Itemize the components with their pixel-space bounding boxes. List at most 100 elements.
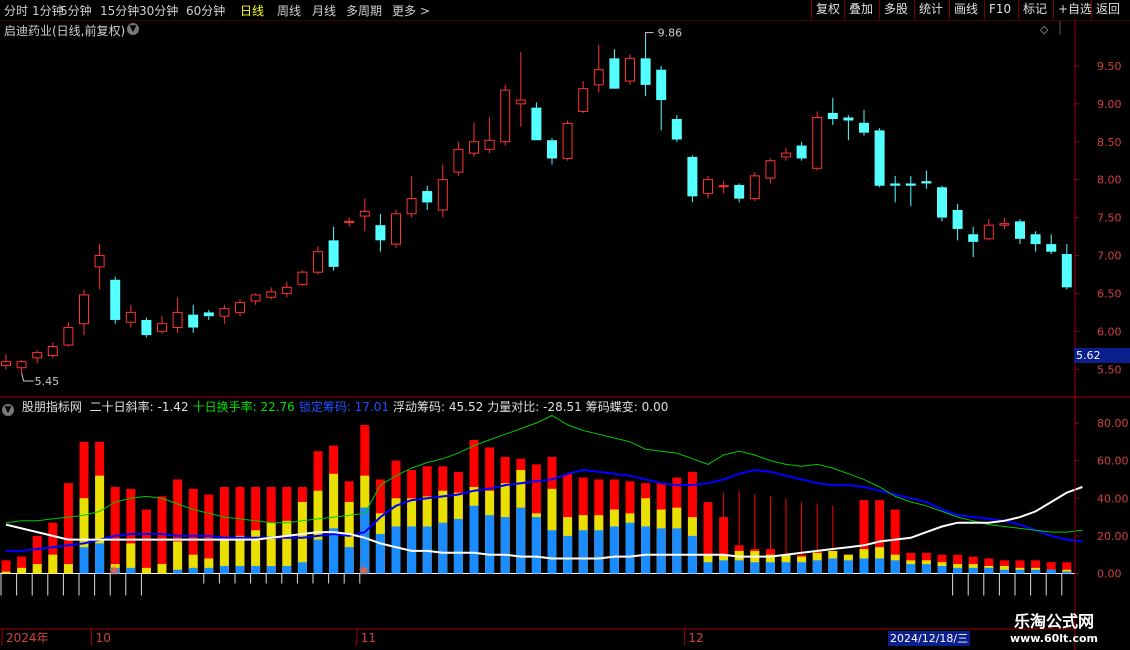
chevron-down-icon[interactable]: ▼ bbox=[127, 23, 139, 35]
candle bbox=[1015, 219, 1025, 245]
candle bbox=[905, 175, 916, 207]
toolbar-button[interactable]: 画线 bbox=[949, 0, 982, 19]
volume-bar bbox=[563, 473, 573, 574]
bar-yellow bbox=[32, 564, 42, 574]
toolbar-button[interactable]: 叠加 bbox=[844, 0, 877, 19]
period-tab[interactable]: 30分钟 bbox=[139, 2, 178, 19]
toolbar-button[interactable]: F10 bbox=[984, 0, 1015, 19]
chevron-down-icon[interactable]: ▼ bbox=[2, 404, 14, 416]
candle bbox=[344, 217, 355, 227]
candle-body bbox=[937, 187, 947, 218]
indicator-value: 力量对比: -28.51 bbox=[487, 400, 582, 414]
candle bbox=[1030, 231, 1041, 252]
bar-blue bbox=[1046, 569, 1056, 574]
bar-yellow bbox=[360, 475, 370, 574]
candle-body bbox=[531, 107, 542, 141]
toolbar-button[interactable]: 多股 bbox=[879, 0, 912, 19]
period-tab[interactable]: 5分钟 bbox=[60, 2, 92, 19]
bar-red bbox=[1015, 560, 1025, 574]
period-tab[interactable]: 更多 > bbox=[392, 2, 430, 19]
toolbar-button[interactable]: 统计 bbox=[914, 0, 947, 19]
toolbar-button[interactable]: 标记 bbox=[1018, 0, 1051, 19]
bar-blue bbox=[547, 530, 557, 574]
bar-red bbox=[297, 486, 307, 574]
candle-body bbox=[843, 117, 854, 121]
candle-body bbox=[32, 352, 43, 359]
bar-blue bbox=[890, 560, 900, 574]
bar-blue bbox=[906, 564, 916, 574]
bar-red bbox=[188, 488, 198, 574]
bar-yellow bbox=[375, 513, 385, 574]
candle bbox=[32, 350, 43, 364]
bar-red bbox=[157, 496, 167, 574]
candle bbox=[515, 52, 526, 127]
bar-red bbox=[968, 556, 978, 574]
candle-body bbox=[500, 89, 511, 143]
toolbar-button[interactable]: +自选 bbox=[1053, 0, 1096, 19]
candle-body bbox=[235, 302, 245, 313]
bar-yellow bbox=[999, 565, 1009, 574]
period-tab[interactable]: 分时 bbox=[4, 2, 28, 19]
bar-red bbox=[438, 466, 448, 574]
bar-red bbox=[453, 471, 463, 574]
candle-body bbox=[110, 279, 121, 320]
price-tick-label: 7.00 bbox=[1097, 250, 1122, 263]
toolbar-button[interactable]: 返回 bbox=[1091, 0, 1124, 19]
candle bbox=[359, 198, 370, 232]
bar-red bbox=[329, 445, 339, 574]
bar-red bbox=[1031, 560, 1041, 574]
indicator-line bbox=[6, 468, 1083, 552]
volume-bar bbox=[765, 549, 775, 574]
bar-blue bbox=[999, 569, 1009, 574]
period-tab[interactable]: 多周期 bbox=[346, 2, 382, 19]
bar-yellow bbox=[906, 560, 916, 574]
candle-body bbox=[219, 308, 230, 317]
candle bbox=[812, 111, 823, 171]
bar-yellow bbox=[890, 554, 900, 574]
volume-bar bbox=[531, 464, 541, 574]
volume-bar bbox=[1, 560, 11, 574]
bar-yellow bbox=[797, 556, 807, 574]
candle-body bbox=[203, 312, 214, 317]
bar-red bbox=[828, 550, 838, 574]
toolbar-button[interactable]: 复权 bbox=[811, 0, 844, 19]
bar-yellow bbox=[1062, 569, 1072, 574]
volume-bar bbox=[329, 445, 339, 574]
candle bbox=[437, 164, 448, 218]
candle-body bbox=[94, 255, 105, 268]
candle bbox=[640, 38, 651, 97]
bar-blue bbox=[1015, 569, 1025, 574]
bar-blue bbox=[563, 535, 573, 574]
bar-red bbox=[594, 479, 604, 574]
candle bbox=[484, 117, 495, 154]
low-marker bbox=[21, 372, 34, 382]
price-tick-label: 9.00 bbox=[1097, 98, 1122, 111]
candle-body bbox=[625, 57, 635, 82]
bar-blue bbox=[344, 547, 354, 574]
bar-yellow bbox=[48, 554, 58, 574]
candle-body bbox=[1046, 244, 1057, 252]
period-tab[interactable]: 周线 bbox=[277, 2, 301, 19]
bar-blue bbox=[235, 565, 245, 574]
bar-blue bbox=[984, 567, 994, 574]
bar-red bbox=[812, 550, 822, 574]
period-tab[interactable]: 月线 bbox=[312, 2, 336, 19]
candle-body bbox=[921, 181, 932, 184]
period-tab[interactable]: 15分钟 bbox=[100, 2, 139, 19]
candle bbox=[79, 289, 89, 336]
candle-body bbox=[515, 99, 526, 105]
candle bbox=[687, 155, 698, 203]
period-tab[interactable]: 1分钟 bbox=[32, 2, 64, 19]
bar-blue bbox=[329, 528, 339, 574]
candle-body bbox=[859, 122, 869, 133]
indicator-tick-label: 40.00 bbox=[1097, 492, 1129, 505]
period-tab[interactable]: 日线 bbox=[240, 2, 264, 19]
volume-bar bbox=[906, 552, 916, 574]
period-tab[interactable]: 60分钟 bbox=[186, 2, 225, 19]
candle bbox=[235, 299, 245, 317]
volume-bar bbox=[282, 486, 292, 574]
volume-bar bbox=[578, 477, 588, 574]
candle-body bbox=[297, 271, 308, 285]
candle bbox=[765, 158, 776, 184]
stock-chart[interactable]: 9.865.45 ❀ ❀ 5.506.006.507.007.508.008.50… bbox=[0, 0, 1130, 650]
